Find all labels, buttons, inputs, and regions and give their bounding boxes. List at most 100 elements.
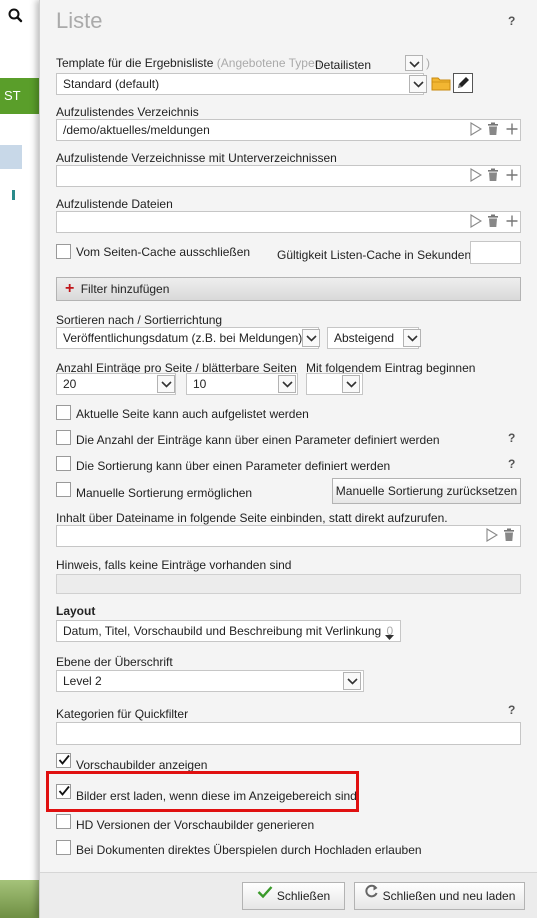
show-thumbnails-label: Vorschaubilder anzeigen	[76, 758, 208, 772]
types-note-close: )	[426, 56, 430, 70]
empty-hint-field[interactable]	[56, 574, 521, 594]
manual-sort-label: Manuelle Sortierung ermöglichen	[76, 486, 253, 500]
background-image-fragment	[0, 145, 22, 169]
select-pointer-icon[interactable]	[470, 214, 483, 231]
chevron-down-icon	[161, 381, 172, 388]
sort-param-checkbox[interactable]	[56, 456, 71, 471]
close-reload-button[interactable]: Schließen und neu laden	[354, 882, 525, 910]
trash-icon[interactable]	[487, 214, 499, 231]
sort-param-label: Die Sortierung kann über einen Parameter…	[76, 459, 391, 473]
help-icon[interactable]: ?	[508, 14, 515, 28]
close-reload-button-label: Schließen und neu laden	[382, 889, 516, 903]
trash-icon[interactable]	[487, 168, 499, 185]
help-icon[interactable]: ?	[508, 431, 515, 445]
quickfilter-label: Kategorien für Quickfilter	[56, 707, 189, 721]
layout-select[interactable]: Datum, Titel, Vorschaubild und Beschreib…	[56, 620, 401, 642]
template-label: Template für die Ergebnisliste (Angebote…	[56, 56, 321, 70]
heading-level-select[interactable]: Level 2	[56, 670, 364, 692]
files-tools	[470, 214, 518, 230]
directory-field[interactable]: /demo/aktuelles/meldungen	[56, 119, 521, 141]
include-tools	[486, 528, 515, 544]
sort-field-dropdown[interactable]	[302, 329, 320, 347]
caret-down-icon[interactable]	[385, 629, 394, 643]
count-param-label: Die Anzahl der Einträge kann über einen …	[76, 433, 440, 447]
add-icon[interactable]	[506, 214, 518, 231]
dialog-title: Liste	[56, 8, 103, 33]
pages-dropdown[interactable]	[278, 375, 296, 393]
add-icon[interactable]	[506, 122, 518, 139]
close-button-label: Schließen	[276, 889, 331, 903]
check-icon	[257, 882, 273, 908]
manual-sort-checkbox[interactable]	[56, 482, 71, 497]
page-cache-label: Vom Seiten-Cache ausschließen	[76, 245, 251, 259]
chevron-down-icon	[413, 81, 424, 88]
highlight-box	[46, 771, 359, 812]
chevron-down-icon	[409, 61, 420, 68]
add-icon[interactable]	[506, 168, 518, 185]
direct-upload-checkbox[interactable]	[56, 840, 71, 855]
cache-validity-label: Gültigkeit Listen-Cache in Sekunden	[277, 248, 472, 262]
dialog-footer: Schließen Schließen und neu laden	[40, 872, 537, 918]
hd-thumbnails-label: HD Versionen der Vorschaubilder generier…	[76, 818, 315, 832]
plus-icon: +	[65, 280, 75, 297]
heading-level-label: Ebene der Überschrift	[56, 655, 173, 669]
help-icon[interactable]: ?	[508, 457, 515, 471]
add-filter-button[interactable]: + Filter hinzufügen	[56, 277, 521, 301]
add-filter-label: Filter hinzufügen	[80, 282, 170, 296]
cache-validity-field[interactable]	[470, 241, 521, 264]
sort-direction-dropdown[interactable]	[403, 329, 421, 347]
count-param-checkbox[interactable]	[56, 430, 71, 445]
help-icon[interactable]: ?	[508, 703, 515, 717]
close-button[interactable]: Schließen	[242, 882, 345, 910]
chevron-down-icon	[282, 381, 293, 388]
sort-label: Sortieren nach / Sortierrichtung	[56, 313, 223, 327]
search-icon[interactable]	[7, 7, 25, 25]
quickfilter-field[interactable]	[56, 722, 521, 745]
background-footer-image	[0, 880, 40, 918]
subdirectories-label: Aufzulistende Verzeichnisse mit Unterver…	[56, 151, 337, 165]
trash-icon[interactable]	[487, 122, 499, 139]
types-select-value: Detailisten	[315, 58, 372, 72]
empty-hint-label: Hinweis, falls keine Einträge vorhanden …	[56, 558, 292, 572]
template-label-text: Template für die Ergebnisliste	[56, 56, 214, 70]
checkmark-icon	[58, 754, 70, 765]
start-entry-dropdown[interactable]	[342, 375, 360, 393]
per-page-dropdown[interactable]	[157, 375, 175, 393]
layout-label: Layout	[56, 604, 96, 618]
subdirectories-tools	[470, 168, 518, 184]
reset-manual-sort-button[interactable]: Manuelle Sortierung zurücksetzen	[332, 478, 521, 504]
types-select[interactable]: Detailisten	[315, 58, 371, 72]
current-page-label: Aktuelle Seite kann auch aufgelistet wer…	[76, 407, 309, 421]
heading-level-dropdown[interactable]	[343, 672, 361, 690]
directory-label: Aufzulistendes Verzeichnis	[56, 105, 199, 119]
layout-select-value: Datum, Titel, Vorschaubild und Beschreib…	[63, 624, 382, 638]
chevron-down-icon	[407, 335, 418, 342]
select-pointer-icon[interactable]	[470, 122, 483, 139]
edit-icon[interactable]	[453, 73, 473, 93]
current-page-checkbox[interactable]	[56, 405, 71, 420]
list-settings-dialog: Liste ? Template für die Ergebnisliste (…	[39, 0, 537, 918]
template-select[interactable]: Standard (default)	[56, 73, 424, 95]
chevron-down-icon	[306, 335, 317, 342]
show-thumbnails-checkbox[interactable]	[56, 753, 71, 768]
types-dropdown-button[interactable]	[405, 55, 423, 71]
include-field[interactable]	[56, 525, 521, 547]
subdirectories-field[interactable]	[56, 165, 521, 187]
folder-icon[interactable]	[431, 73, 451, 93]
template-dropdown-button[interactable]	[409, 75, 427, 93]
page-cache-checkbox[interactable]	[56, 244, 71, 259]
files-label: Aufzulistende Dateien	[56, 197, 173, 211]
sort-field-select[interactable]: Veröffentlichungsdatum (z.B. bei Meldung…	[56, 327, 319, 349]
trash-icon[interactable]	[503, 528, 515, 545]
select-pointer-icon[interactable]	[486, 528, 499, 545]
select-pointer-icon[interactable]	[470, 168, 483, 185]
include-label: Inhalt über Dateiname in folgende Seite …	[56, 511, 448, 525]
chevron-down-icon	[346, 381, 357, 388]
reload-icon	[364, 882, 379, 908]
background-marker	[12, 190, 15, 200]
types-note-open: (Angebotene Typen	[216, 56, 322, 70]
directory-tools	[470, 122, 518, 138]
files-field[interactable]	[56, 211, 521, 233]
background-nav-tab[interactable]: ST	[0, 78, 40, 114]
hd-thumbnails-checkbox[interactable]	[56, 814, 71, 829]
